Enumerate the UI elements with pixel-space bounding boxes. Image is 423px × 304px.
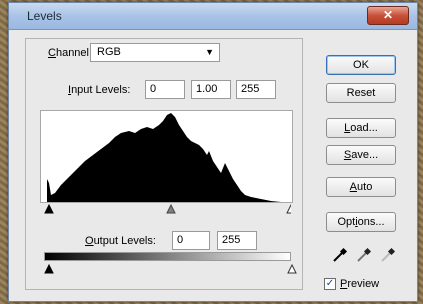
- gamma-handle: [166, 204, 176, 214]
- output-black-handle: [44, 264, 54, 274]
- white-point-handle: [286, 204, 291, 214]
- reset-button[interactable]: Reset: [326, 83, 396, 103]
- auto-button[interactable]: Auto: [326, 177, 396, 197]
- output-white-field[interactable]: 255: [217, 231, 257, 250]
- input-gamma-field[interactable]: 1.00: [191, 80, 231, 99]
- input-levels-label: Input Levels:: [68, 84, 131, 96]
- output-gradient-bar: [44, 252, 291, 261]
- histogram-shape: [47, 113, 281, 202]
- input-white-field[interactable]: 255: [236, 80, 276, 99]
- channel-value: RGB: [97, 46, 121, 58]
- output-black-field[interactable]: 0: [172, 231, 210, 250]
- output-white-handle: [287, 264, 297, 274]
- load-button[interactable]: Load...: [326, 118, 396, 138]
- options-button[interactable]: Options...: [326, 212, 396, 232]
- channel-select[interactable]: RGB ▼: [90, 43, 220, 62]
- histogram-graph: [47, 113, 281, 202]
- close-button[interactable]: ✕: [367, 6, 409, 25]
- input-slider[interactable]: [44, 204, 291, 215]
- dialog-title: Levels: [27, 9, 62, 23]
- histogram: [40, 110, 293, 203]
- channel-label: Channel:: [48, 47, 93, 59]
- preview-label[interactable]: Preview: [340, 278, 379, 290]
- input-black-field[interactable]: 0: [145, 80, 185, 99]
- output-slider[interactable]: [44, 264, 297, 275]
- preview-checkbox[interactable]: ✓: [324, 278, 336, 290]
- chevron-down-icon: ▼: [205, 47, 214, 57]
- white-eyedropper-icon[interactable]: [380, 247, 396, 263]
- ok-button[interactable]: OK: [326, 55, 396, 75]
- save-button[interactable]: Save...: [326, 145, 396, 165]
- output-levels-label: Output Levels:: [85, 235, 156, 247]
- black-point-handle: [44, 204, 54, 214]
- black-eyedropper-icon[interactable]: [332, 247, 348, 263]
- title-bar: Levels ✕: [9, 3, 417, 30]
- gray-eyedropper-icon[interactable]: [356, 247, 372, 263]
